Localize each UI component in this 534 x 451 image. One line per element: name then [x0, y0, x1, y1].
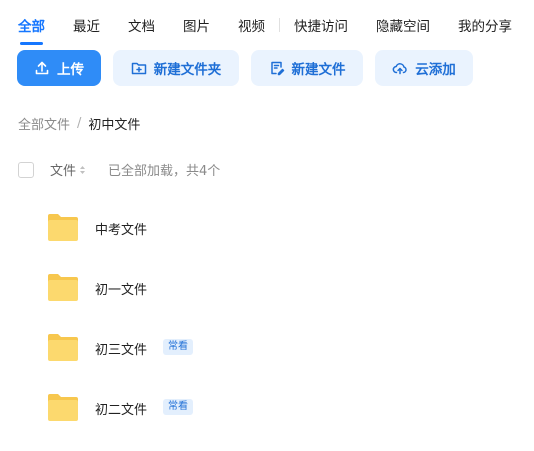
category-tabs: 全部 最近 文档 图片 视频 快捷访问 隐藏空间 我的分享 [18, 10, 534, 45]
file-name: 初二文件 [95, 403, 148, 418]
tab-all[interactable]: 全部 [18, 15, 45, 45]
frequent-badge: 常看 [163, 339, 193, 355]
list-item[interactable]: 初一文件 [0, 267, 534, 307]
upload-button[interactable]: 上传 [17, 50, 101, 86]
tab-hidden-space[interactable]: 隐藏空间 [376, 15, 430, 35]
tab-divider [279, 18, 280, 32]
breadcrumb-root[interactable]: 全部文件 [18, 114, 70, 133]
tab-documents[interactable]: 文档 [128, 15, 155, 35]
cloud-upload-icon [392, 60, 408, 76]
tab-recent[interactable]: 最近 [73, 15, 100, 35]
folder-icon [47, 272, 79, 302]
folder-icon [47, 212, 79, 242]
new-folder-label: 新建文件夹 [153, 62, 222, 78]
upload-icon [34, 60, 50, 76]
tab-images[interactable]: 图片 [183, 15, 210, 35]
name-column-header[interactable]: 文件 [50, 160, 86, 179]
cloud-add-button[interactable]: 云添加 [375, 50, 473, 86]
file-name: 中考文件 [95, 223, 148, 238]
file-edit-icon [269, 60, 285, 76]
breadcrumb-separator: / [77, 116, 82, 131]
breadcrumb-current: 初中文件 [88, 118, 141, 133]
list-item[interactable]: 初三文件 常看 [0, 327, 534, 367]
list-item[interactable]: 初二文件 常看 [0, 387, 534, 427]
frequent-badge: 常看 [163, 399, 193, 415]
upload-label: 上传 [57, 62, 84, 78]
load-status: 已全部加载，共4个 [108, 164, 221, 179]
sort-icon [79, 164, 86, 176]
new-file-label: 新建文件 [291, 62, 346, 78]
list-header: 文件 已全部加载，共4个 [18, 160, 220, 179]
cloud-add-label: 云添加 [415, 62, 456, 78]
list-item[interactable]: 中考文件 [0, 207, 534, 247]
select-all-checkbox[interactable] [18, 161, 34, 178]
name-column-label: 文件 [50, 164, 77, 179]
tab-videos[interactable]: 视频 [238, 15, 265, 35]
new-folder-button[interactable]: 新建文件夹 [113, 50, 239, 86]
breadcrumb: 全部文件 / 初中文件 [18, 114, 140, 133]
tab-my-shares[interactable]: 我的分享 [458, 15, 512, 35]
file-name: 初一文件 [95, 283, 148, 298]
file-name: 初三文件 [95, 343, 148, 358]
folder-icon [47, 392, 79, 422]
tab-quick-access[interactable]: 快捷访问 [294, 15, 348, 35]
folder-plus-icon [131, 60, 147, 76]
folder-icon [47, 332, 79, 362]
new-file-button[interactable]: 新建文件 [251, 50, 363, 86]
toolbar: 上传 新建文件夹 新建文件 云添加 [17, 50, 485, 86]
